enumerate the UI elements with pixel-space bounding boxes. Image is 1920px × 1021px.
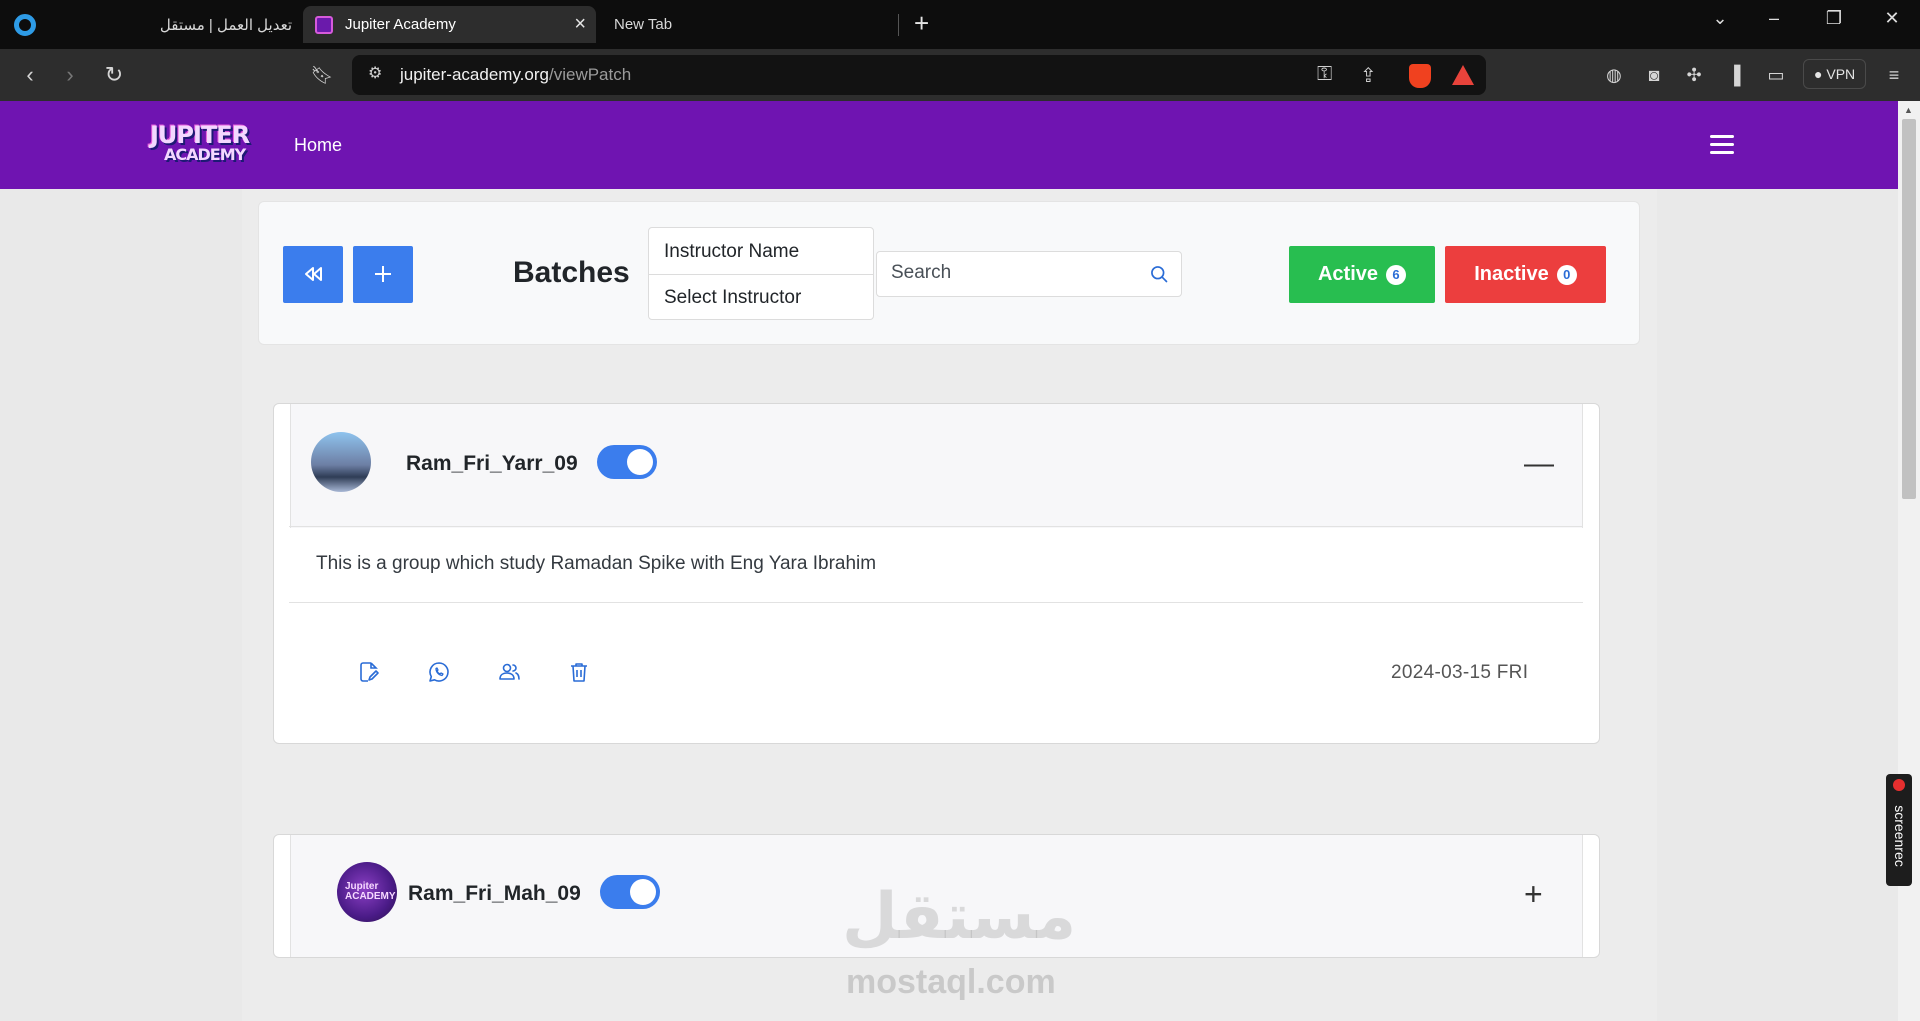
brave-rewards-icon[interactable] bbox=[1452, 65, 1474, 85]
new-tab-plus-icon[interactable]: + bbox=[914, 10, 929, 36]
nav-menu-icon[interactable] bbox=[1710, 135, 1734, 155]
vpn-button[interactable]: ● VPN bbox=[1803, 59, 1867, 89]
browser-menu-icon[interactable] bbox=[14, 14, 36, 36]
batch-name[interactable]: Ram_Fri_Yarr_09 bbox=[406, 452, 578, 476]
tab-divider bbox=[898, 14, 899, 36]
divider bbox=[649, 274, 873, 275]
screenrec-label: screenrec bbox=[1892, 805, 1908, 867]
inactive-filter-button[interactable]: Inactive 0 bbox=[1445, 246, 1606, 303]
batch-description: This is a group which study Ramadan Spik… bbox=[316, 553, 877, 574]
browser-tab-bar: تعديل العمل | مستقل Jupiter Academy × Ne… bbox=[0, 0, 1920, 49]
tab-search-chevron-icon[interactable]: ⌄ bbox=[1700, 8, 1740, 29]
search-icon[interactable] bbox=[1149, 264, 1169, 284]
batch-date: 2024-03-15 FRI bbox=[1391, 662, 1529, 683]
edit-icon[interactable] bbox=[357, 660, 381, 684]
brave-shields-icon[interactable] bbox=[1409, 64, 1431, 88]
translate-globe-icon[interactable]: ◍ bbox=[1598, 59, 1630, 91]
divider bbox=[289, 602, 1583, 603]
key-icon[interactable]: ⚿ bbox=[1317, 63, 1332, 86]
tab-title: New Tab bbox=[614, 16, 673, 33]
jupiter-academy-logo[interactable]: JUPITER ACADEMY bbox=[146, 121, 258, 167]
browser-menu-hamburger-icon[interactable]: ≡ bbox=[1878, 59, 1910, 91]
scrollbar-thumb[interactable] bbox=[1902, 119, 1916, 499]
active-count-badge: 6 bbox=[1386, 264, 1407, 285]
instructor-name-label: Instructor Name bbox=[664, 241, 800, 262]
wallet-icon[interactable]: ▭ bbox=[1760, 59, 1792, 91]
page-title: Batches bbox=[513, 256, 630, 289]
site-navbar: JUPITER ACADEMY Home bbox=[0, 101, 1898, 189]
tab-new-tab[interactable]: New Tab bbox=[600, 6, 900, 43]
tab-title: Jupiter Academy bbox=[345, 16, 456, 33]
inactive-count-badge: 0 bbox=[1556, 264, 1577, 285]
tab-jupiter-academy[interactable]: Jupiter Academy × bbox=[303, 6, 596, 43]
site-settings-icon[interactable]: ⚙ bbox=[368, 63, 382, 83]
plus-icon bbox=[375, 266, 391, 282]
divider bbox=[289, 526, 1583, 527]
close-tab-icon[interactable]: × bbox=[574, 14, 586, 34]
tab-title: تعديل العمل | مستقل bbox=[159, 16, 292, 34]
scroll-up-arrow-icon[interactable]: ▲ bbox=[1904, 105, 1913, 115]
camera-icon[interactable]: ◙ bbox=[1638, 59, 1670, 91]
tab-mostaql[interactable]: تعديل العمل | مستقل bbox=[150, 6, 300, 43]
batch-active-toggle[interactable] bbox=[597, 445, 657, 479]
mostaql-watermark-arabic: مستقل bbox=[842, 880, 1077, 954]
active-filter-button[interactable]: Active 6 bbox=[1289, 246, 1435, 303]
rewind-icon bbox=[305, 267, 322, 281]
batch-name[interactable]: Ram_Fri_Mah_09 bbox=[408, 882, 581, 906]
minimize-icon[interactable]: – bbox=[1754, 8, 1794, 29]
mostaql-watermark-url: mostaql.com bbox=[846, 963, 1056, 1001]
browser-toolbar: ‹ › ↻ 🔖︎ ⚙ jupiter-academy.org/viewPatch… bbox=[0, 49, 1920, 101]
instructor-filter[interactable]: Instructor Name Select Instructor bbox=[648, 227, 874, 320]
expand-plus-icon[interactable]: + bbox=[1524, 878, 1543, 910]
batch-avatar: Jupiter ACADEMY bbox=[337, 862, 397, 922]
back-rewind-button[interactable] bbox=[283, 246, 343, 303]
screenrec-widget[interactable]: screenrec bbox=[1886, 774, 1912, 886]
extensions-icon[interactable]: ✣ bbox=[1678, 59, 1710, 91]
record-dot-icon bbox=[1893, 779, 1905, 791]
trash-icon[interactable] bbox=[567, 660, 591, 684]
address-bar[interactable]: ⚙ jupiter-academy.org/viewPatch ⚿ ⇪ bbox=[352, 55, 1486, 95]
reload-icon[interactable]: ↻ bbox=[98, 59, 130, 91]
whatsapp-icon[interactable] bbox=[427, 660, 451, 684]
close-window-icon[interactable]: ✕ bbox=[1872, 8, 1912, 29]
add-batch-button[interactable] bbox=[353, 246, 413, 303]
search-field[interactable] bbox=[876, 251, 1182, 297]
collapse-minus-icon[interactable]: — bbox=[1524, 449, 1554, 479]
instructor-select[interactable]: Select Instructor bbox=[664, 287, 801, 309]
sidebar-icon[interactable]: ▐ bbox=[1718, 59, 1750, 91]
batch-active-toggle[interactable] bbox=[600, 875, 660, 909]
users-icon[interactable] bbox=[497, 660, 521, 684]
batch-avatar bbox=[311, 432, 371, 492]
nav-home-link[interactable]: Home bbox=[294, 135, 342, 156]
url-text[interactable]: jupiter-academy.org/viewPatch bbox=[400, 65, 631, 85]
share-icon[interactable]: ⇪ bbox=[1360, 63, 1377, 88]
restore-icon[interactable]: ❐ bbox=[1814, 8, 1854, 29]
back-icon[interactable]: ‹ bbox=[14, 59, 46, 91]
jupiter-favicon-icon bbox=[315, 15, 333, 34]
forward-icon[interactable]: › bbox=[54, 59, 86, 91]
search-input[interactable] bbox=[891, 262, 1131, 284]
bookmark-icon[interactable]: 🔖︎ bbox=[306, 59, 338, 91]
